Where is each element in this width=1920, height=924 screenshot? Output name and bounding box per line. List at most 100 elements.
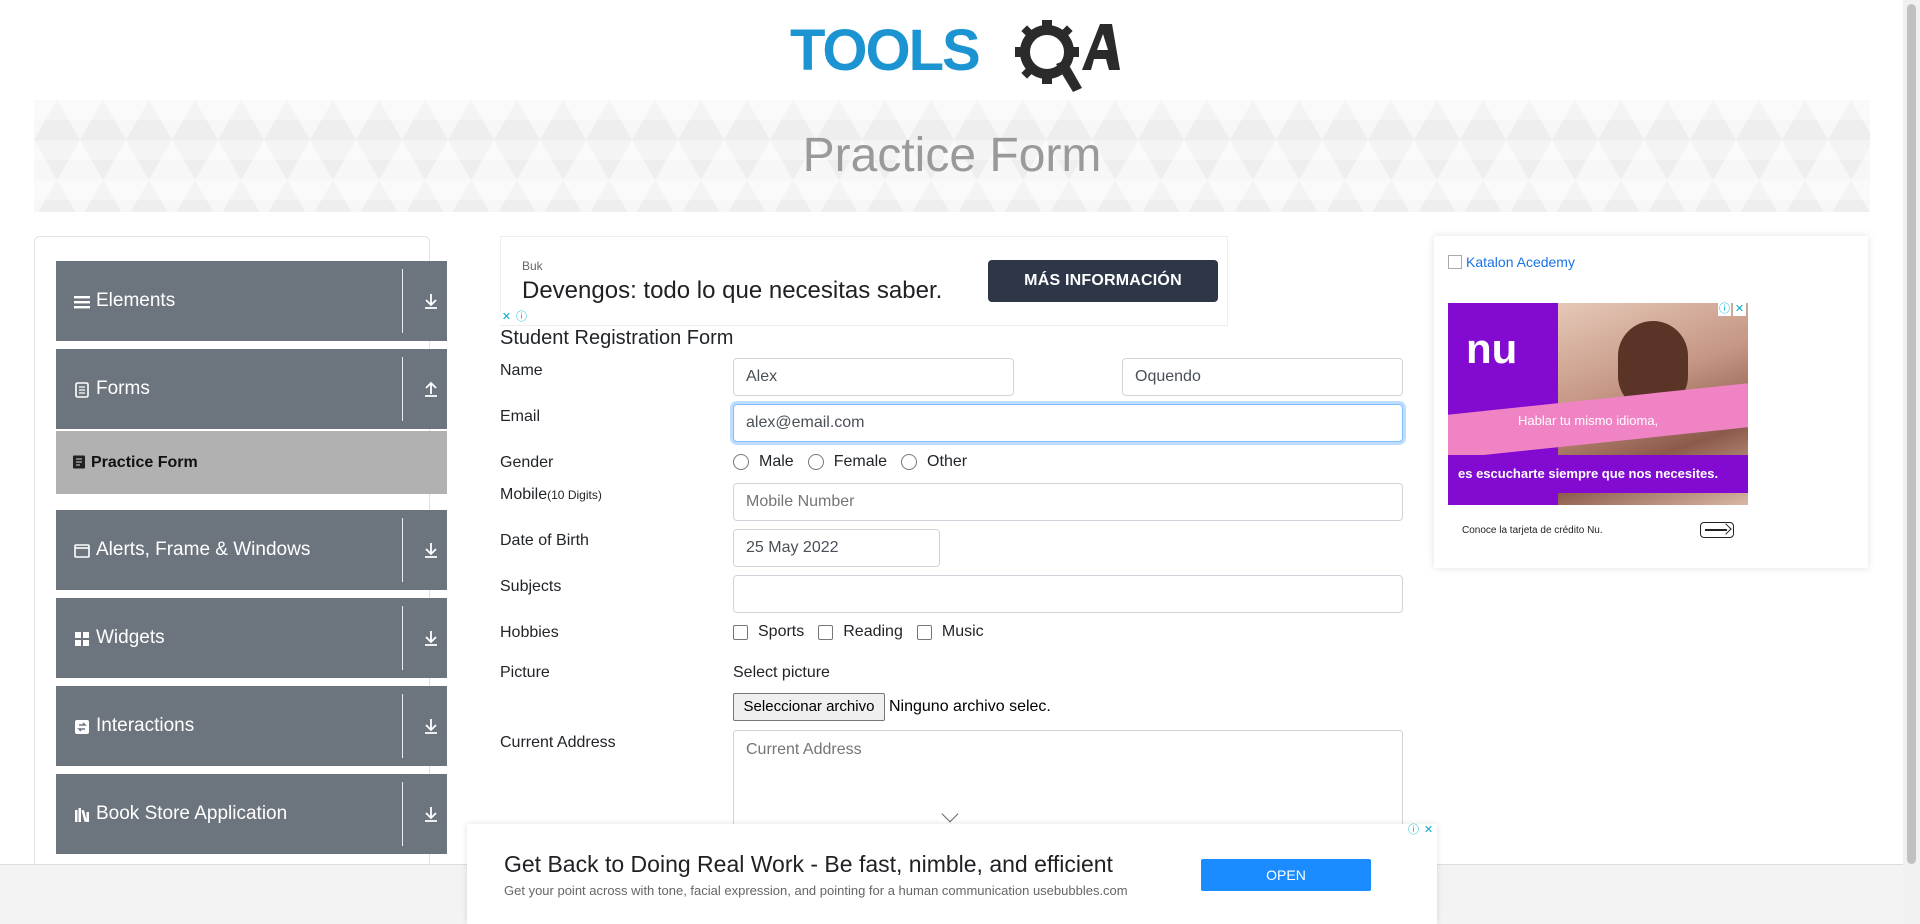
checkbox[interactable] (916, 624, 932, 640)
download-arrow-icon[interactable] (422, 541, 440, 559)
widgets-icon (75, 632, 89, 646)
ad-footer: Conoce la tarjeta de crédito Nu. (1448, 505, 1748, 553)
radio-button[interactable] (901, 454, 918, 470)
sidebar-group-label: Widgets (96, 627, 165, 648)
sidebar-group-label: Alerts, Frame & Windows (96, 539, 311, 560)
checkbox[interactable] (733, 624, 748, 640)
ad-open-button[interactable]: OPEN (1201, 859, 1371, 891)
mobile-label: Mobile(10 Digits) (500, 486, 602, 504)
divider (402, 269, 403, 333)
hobbies-label: Hobbies (500, 624, 559, 641)
gender-radio-group: Male Female Other (733, 453, 981, 471)
ad-cta-button[interactable]: MÁS INFORMACIÓN (988, 260, 1218, 302)
select-picture-label: Select picture (733, 664, 830, 681)
window-icon (74, 544, 90, 558)
divider (402, 782, 403, 846)
ad-choices[interactable]: ⓘ ✕ (1718, 303, 1746, 316)
sidebar: Elements Forms Practice Form Alerts, Fra… (34, 236, 447, 924)
radio-button[interactable] (733, 454, 749, 470)
divider (402, 357, 403, 421)
subjects-input[interactable] (733, 575, 1403, 613)
info-icon[interactable]: ⓘ (1718, 303, 1731, 316)
toolsqa-logo[interactable]: TOOLS (790, 12, 1120, 92)
sidebar-group-label: Book Store Application (96, 803, 288, 824)
download-arrow-icon[interactable] (422, 292, 440, 310)
file-upload-button[interactable]: Seleccionar archivo (733, 693, 885, 721)
page: TOOLS Practice Form Elements Forms Pract… (0, 0, 1920, 924)
checkbox-label: Sports (758, 623, 805, 640)
sidebar-item-practice-form[interactable]: Practice Form (56, 431, 447, 494)
upload-arrow-icon[interactable] (422, 380, 440, 398)
email-input[interactable]: alex@email.com (733, 404, 1403, 442)
interactions-icon (75, 720, 89, 734)
name-label: Name (500, 362, 543, 379)
sidebar-group-alerts[interactable]: Alerts, Frame & Windows (56, 510, 447, 590)
nu-logo: nu (1466, 325, 1518, 372)
radio-label: Female (833, 453, 888, 470)
sidebar-item-label: Practice Form (91, 454, 198, 471)
ad-band-purple: es escucharte siempre que nos necesites. (1448, 455, 1748, 493)
last-name-input[interactable]: Oquendo (1122, 358, 1403, 396)
scrollbar-thumb[interactable] (1907, 4, 1916, 864)
sidebar-group-forms[interactable]: Forms (56, 349, 447, 429)
sidebar-group-widgets[interactable]: Widgets (56, 598, 447, 678)
close-icon[interactable]: ✕ (500, 311, 513, 324)
hamburger-icon (74, 296, 90, 309)
svg-text:TOOLS: TOOLS (790, 18, 979, 83)
subjects-label: Subjects (500, 578, 562, 595)
gender-label: Gender (500, 454, 554, 471)
picture-label: Picture (500, 664, 550, 681)
sidebar-group-interactions[interactable]: Interactions (56, 686, 447, 766)
sidebar-group-book-store[interactable]: Book Store Application (56, 774, 447, 854)
hobby-reading-checkbox[interactable]: Reading (818, 623, 903, 641)
ad-subtext: Get your point across with tone, facial … (504, 883, 1128, 898)
download-arrow-icon[interactable] (422, 805, 440, 823)
close-icon[interactable]: ✕ (1733, 303, 1746, 316)
divider (402, 606, 403, 670)
ad-choices[interactable]: ⓘ ✕ (1407, 824, 1435, 837)
page-title: Practice Form (802, 129, 1102, 182)
sidebar-group-label: Forms (96, 378, 150, 399)
mobile-hint: (10 Digits) (547, 488, 602, 502)
radio-button[interactable] (807, 454, 824, 470)
close-icon[interactable]: ✕ (1422, 824, 1435, 837)
radio-label: Male (759, 453, 794, 470)
arrow-right-icon[interactable] (1700, 522, 1734, 538)
nu-ad[interactable]: nu Hablar tu mismo idioma, es escucharte… (1448, 303, 1748, 553)
books-icon (75, 808, 89, 823)
info-icon[interactable]: ⓘ (515, 311, 528, 324)
divider (402, 694, 403, 758)
first-name-input[interactable]: Alex (733, 358, 1014, 396)
gender-other-radio[interactable]: Other (901, 453, 967, 471)
scrollbar[interactable] (1903, 0, 1920, 924)
hobby-sports-checkbox[interactable]: Sports (733, 623, 804, 641)
checkbox-label: Music (941, 623, 984, 640)
mobile-input[interactable]: Mobile Number (733, 483, 1403, 521)
email-label: Email (500, 408, 541, 425)
info-icon[interactable]: ⓘ (1407, 824, 1420, 837)
checkbox-label: Reading (843, 623, 903, 640)
gender-male-radio[interactable]: Male (733, 453, 794, 471)
dob-input[interactable]: 25 May 2022 (733, 529, 940, 567)
checkbox[interactable] (818, 624, 834, 640)
ad-banner-top[interactable]: Buk Devengos: todo lo que necesitas sabe… (500, 236, 1228, 326)
ad-line-1: Hablar tu mismo idioma, (1518, 413, 1659, 428)
ad-headline: Get Back to Doing Real Work - Be fast, n… (504, 851, 1113, 877)
hobby-music-checkbox[interactable]: Music (916, 623, 984, 641)
broken-image-link[interactable]: Katalon Acedemy (1448, 254, 1575, 270)
ad-sidebar-right[interactable]: Katalon Acedemy nu Hablar tu mismo idiom… (1434, 236, 1868, 568)
ad-line-2: es escucharte siempre que nos necesites. (1458, 466, 1719, 481)
ad-choices[interactable]: ✕ ⓘ (500, 311, 528, 324)
dob-label: Date of Birth (500, 532, 589, 549)
file-status-text: Ninguno archivo selec. (889, 698, 1051, 715)
download-arrow-icon[interactable] (422, 629, 440, 647)
download-arrow-icon[interactable] (422, 717, 440, 735)
page-banner: Practice Form (34, 100, 1870, 212)
image-alt-text: Katalon Acedemy (1466, 254, 1575, 270)
sidebar-group-elements[interactable]: Elements (56, 261, 447, 341)
form-title: Student Registration Form (500, 327, 734, 349)
hobbies-checkbox-group: Sports Reading Music (733, 623, 998, 641)
gender-female-radio[interactable]: Female (807, 453, 888, 471)
ad-brand: Buk (522, 259, 543, 273)
ad-banner-bottom[interactable]: Get Back to Doing Real Work - Be fast, n… (467, 824, 1437, 924)
